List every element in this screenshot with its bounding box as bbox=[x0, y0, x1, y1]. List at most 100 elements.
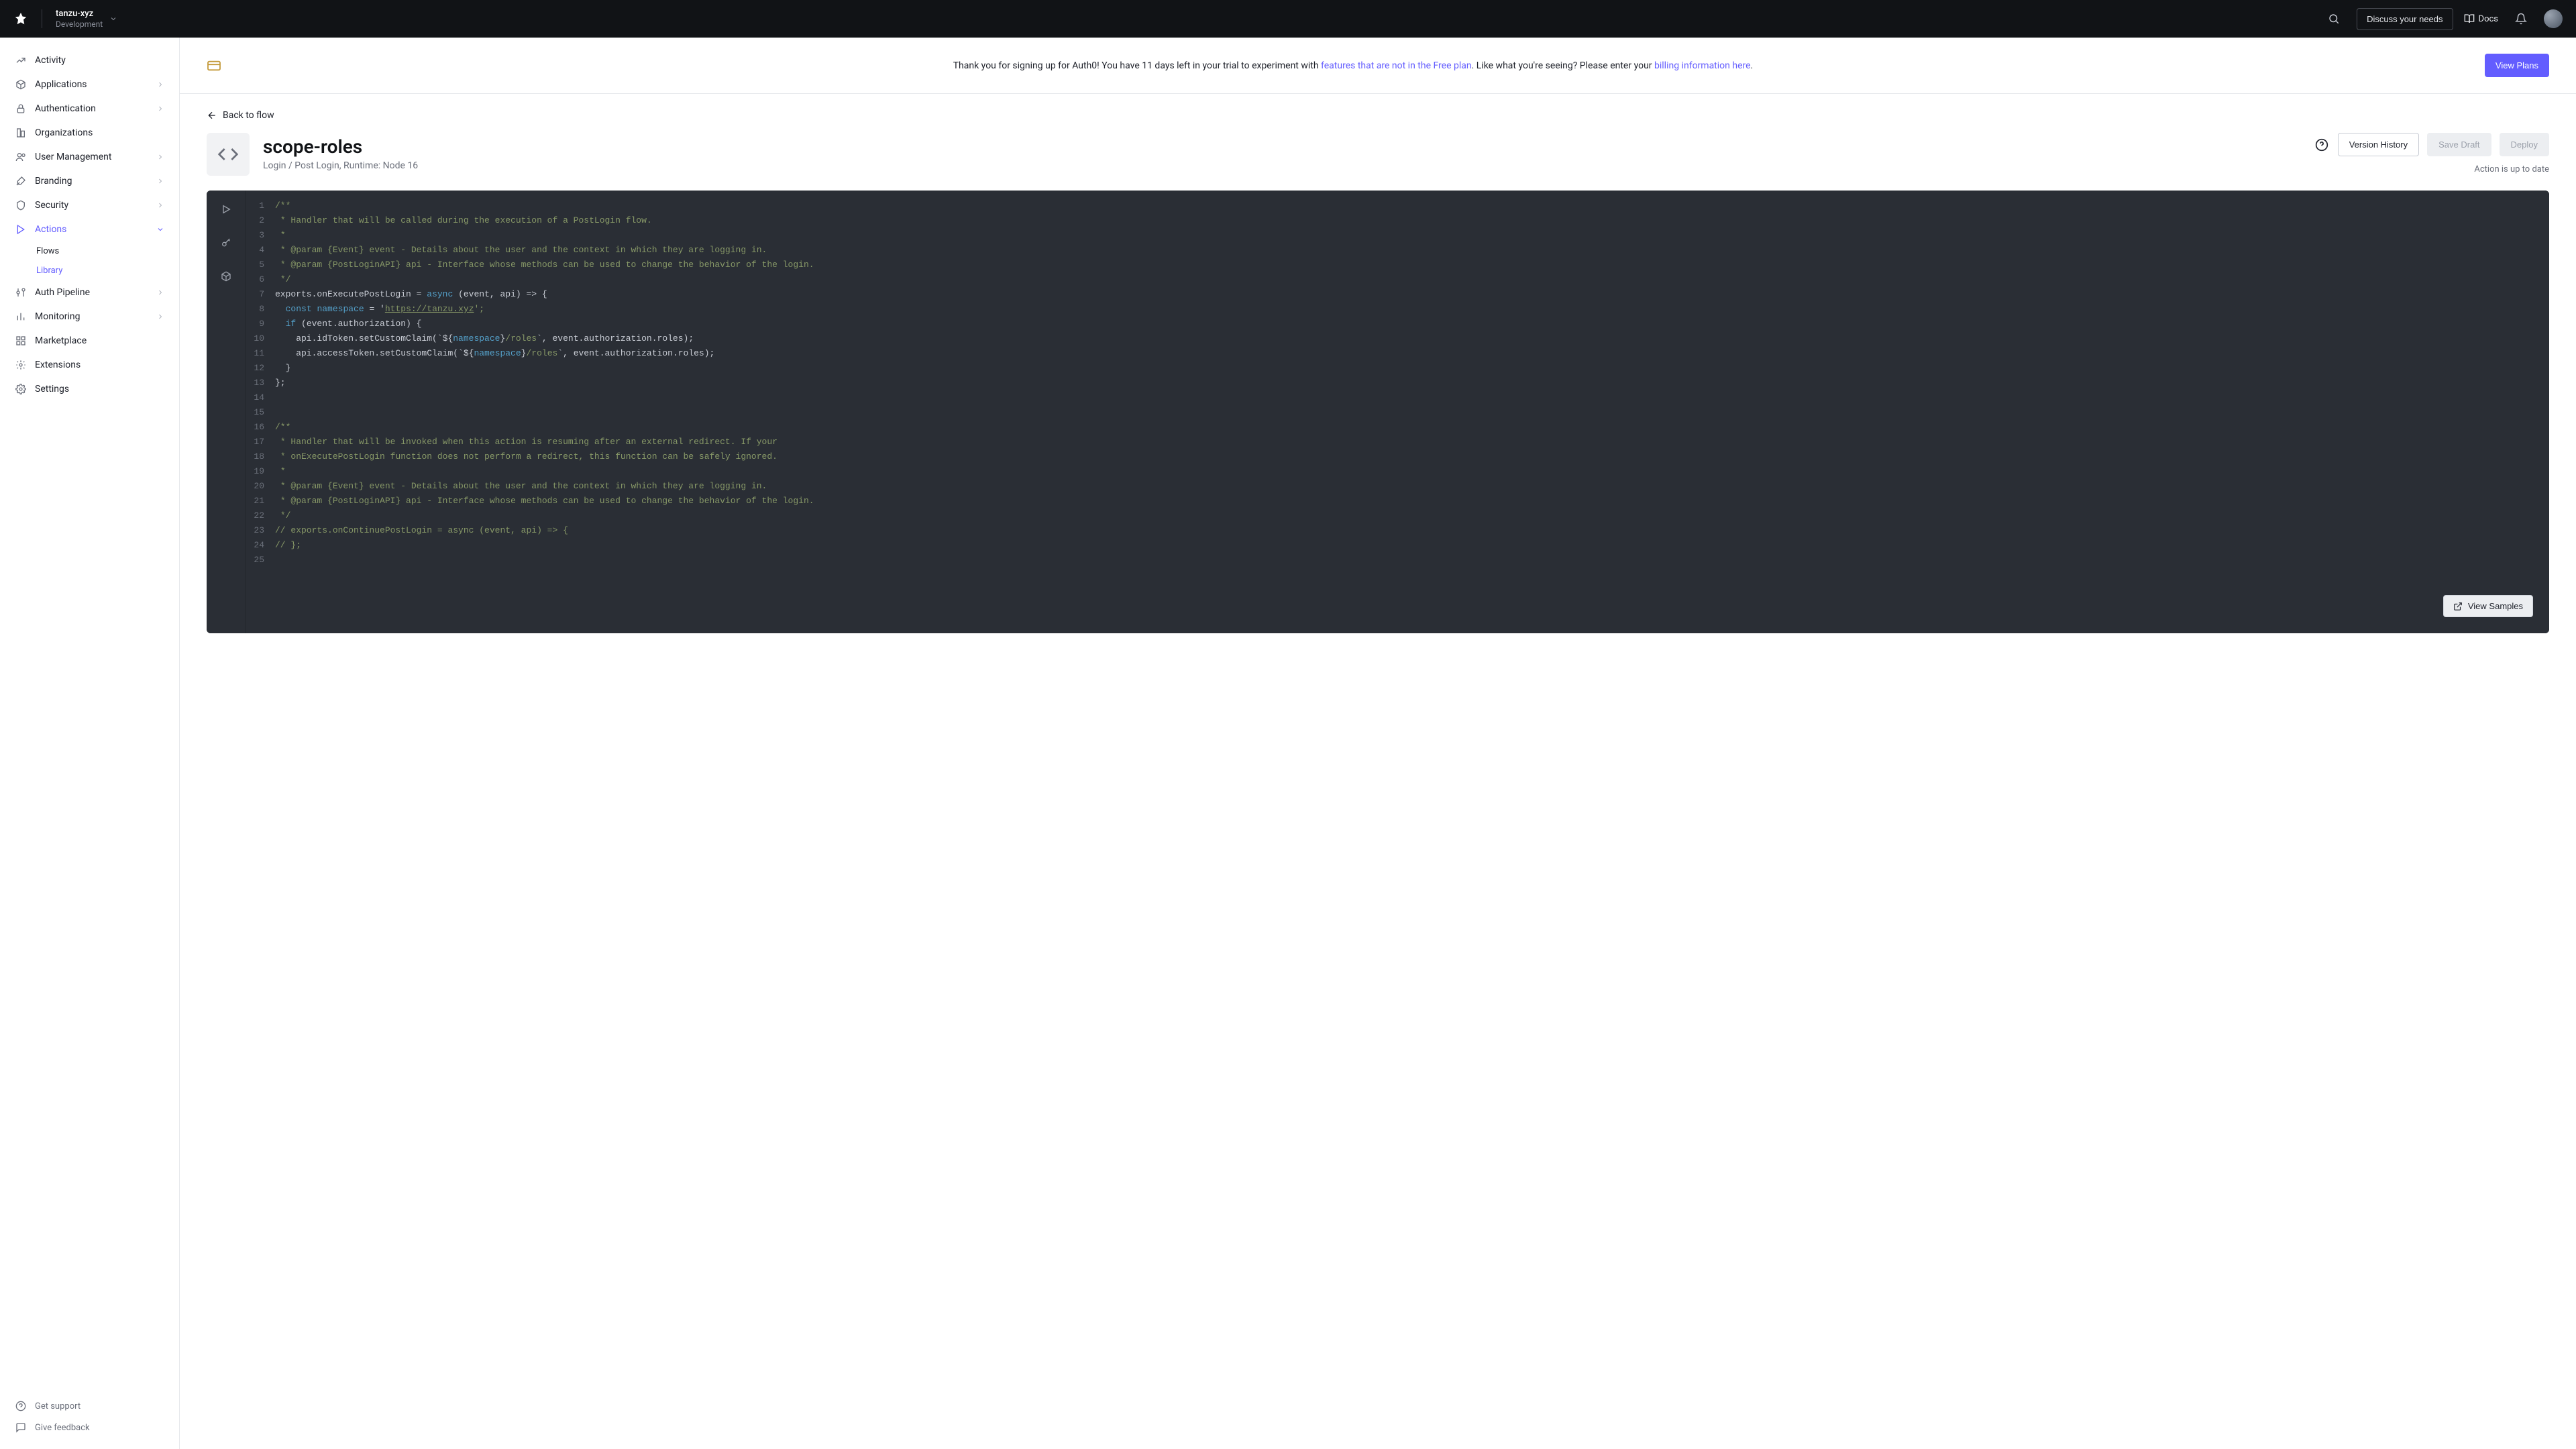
sidebar-item-marketplace[interactable]: Marketplace bbox=[0, 329, 179, 353]
sidebar-item-extensions[interactable]: Extensions bbox=[0, 353, 179, 377]
auth0-logo-icon[interactable] bbox=[13, 11, 28, 26]
user-avatar[interactable] bbox=[2544, 9, 2563, 28]
sidebar-item-settings[interactable]: Settings bbox=[0, 377, 179, 401]
sidebar-bottom: Get support Give feedback bbox=[0, 1390, 179, 1438]
notifications-button[interactable] bbox=[2509, 7, 2533, 31]
sidebar-item-label: Security bbox=[35, 200, 68, 211]
modules-tool[interactable] bbox=[218, 268, 234, 284]
chevron-down-icon bbox=[109, 15, 117, 23]
chevron-right-icon bbox=[156, 153, 164, 161]
sidebar-item-label: Organizations bbox=[35, 127, 93, 138]
chevron-right-icon bbox=[156, 177, 164, 185]
content-area: Thank you for signing up for Auth0! You … bbox=[180, 38, 2576, 1449]
view-plans-button[interactable]: View Plans bbox=[2485, 54, 2549, 77]
bell-icon bbox=[2515, 13, 2527, 25]
sidebar-item-monitoring[interactable]: Monitoring bbox=[0, 305, 179, 329]
feedback-icon bbox=[15, 1421, 27, 1434]
support-label: Get support bbox=[35, 1401, 80, 1411]
monitoring-icon bbox=[15, 311, 27, 323]
sidebar-item-activity[interactable]: Activity bbox=[0, 48, 179, 72]
feedback-label: Give feedback bbox=[35, 1423, 90, 1433]
get-support-link[interactable]: Get support bbox=[0, 1395, 179, 1417]
app-header: tanzu-xyz Development Discuss your needs… bbox=[0, 0, 2576, 38]
sidebar-item-label: Auth Pipeline bbox=[35, 287, 90, 298]
extensions-icon bbox=[15, 359, 27, 371]
credit-card-icon bbox=[207, 60, 221, 72]
trial-banner: Thank you for signing up for Auth0! You … bbox=[180, 38, 2576, 94]
chevron-right-icon bbox=[156, 80, 164, 89]
docs-link[interactable]: Docs bbox=[2464, 13, 2498, 24]
chevron-right-icon bbox=[156, 288, 164, 297]
sidebar-item-actions[interactable]: Actions bbox=[0, 217, 179, 241]
branding-icon bbox=[15, 175, 27, 187]
back-label: Back to flow bbox=[223, 110, 274, 121]
page-title: scope-roles bbox=[263, 136, 418, 158]
discuss-needs-button[interactable]: Discuss your needs bbox=[2357, 8, 2453, 30]
sidebar-item-auth-pipeline[interactable]: Auth Pipeline bbox=[0, 280, 179, 305]
actions-icon bbox=[15, 223, 27, 235]
view-samples-label: View Samples bbox=[2468, 601, 2523, 611]
run-tool[interactable] bbox=[218, 201, 234, 217]
header-left: tanzu-xyz Development bbox=[13, 9, 117, 29]
save-draft-button[interactable]: Save Draft bbox=[2427, 133, 2491, 156]
settings-icon bbox=[15, 383, 27, 395]
sidebar-item-label: Extensions bbox=[35, 360, 80, 370]
external-link-icon bbox=[2453, 602, 2463, 611]
action-status: Action is up to date bbox=[2474, 164, 2549, 174]
code-content: /** * Handler that will be called during… bbox=[275, 199, 2549, 553]
secrets-tool[interactable] bbox=[218, 235, 234, 251]
sidebar-subitem-library[interactable]: Library bbox=[0, 261, 179, 280]
sidebar: Activity Applications Authentication Org… bbox=[0, 38, 180, 1449]
deploy-button[interactable]: Deploy bbox=[2500, 133, 2549, 156]
sidebar-item-label: Authentication bbox=[35, 103, 96, 114]
applications-icon bbox=[15, 78, 27, 91]
sidebar-item-label: Monitoring bbox=[35, 311, 80, 322]
sidebar-item-label: Applications bbox=[35, 79, 87, 90]
billing-link[interactable]: billing information here bbox=[1654, 60, 1751, 71]
page-subtitle: Login / Post Login, Runtime: Node 16 bbox=[263, 160, 418, 171]
marketplace-icon bbox=[15, 335, 27, 347]
tenant-switcher[interactable]: tanzu-xyz Development bbox=[56, 9, 117, 29]
line-gutter: 1234567891011121314151617181920212223242… bbox=[246, 199, 270, 568]
sidebar-item-applications[interactable]: Applications bbox=[0, 72, 179, 97]
action-code-icon bbox=[207, 133, 250, 176]
search-button[interactable] bbox=[2322, 7, 2346, 31]
chevron-right-icon bbox=[156, 201, 164, 209]
authentication-icon bbox=[15, 103, 27, 115]
tenant-name: tanzu-xyz bbox=[56, 9, 103, 19]
arrow-left-icon bbox=[207, 110, 217, 121]
give-feedback-link[interactable]: Give feedback bbox=[0, 1417, 179, 1438]
sidebar-item-label: User Management bbox=[35, 152, 111, 162]
sidebar-item-authentication[interactable]: Authentication bbox=[0, 97, 179, 121]
activity-icon bbox=[15, 54, 27, 66]
book-icon bbox=[2464, 13, 2475, 24]
sidebar-item-user-management[interactable]: User Management bbox=[0, 145, 179, 169]
sidebar-item-branding[interactable]: Branding bbox=[0, 169, 179, 193]
view-samples-button[interactable]: View Samples bbox=[2443, 595, 2533, 617]
sidebar-item-label: Settings bbox=[35, 384, 69, 394]
chevron-down-icon bbox=[156, 225, 164, 233]
header-right: Discuss your needs Docs bbox=[2322, 7, 2563, 31]
version-history-button[interactable]: Version History bbox=[2338, 133, 2419, 156]
editor-toolbar bbox=[207, 191, 246, 633]
chevron-right-icon bbox=[156, 105, 164, 113]
help-circle-button[interactable] bbox=[2314, 137, 2330, 153]
sidebar-item-label: Branding bbox=[35, 176, 72, 186]
docs-label: Docs bbox=[2479, 14, 2498, 24]
page-head: scope-roles Login / Post Login, Runtime:… bbox=[207, 133, 2549, 176]
security-icon bbox=[15, 199, 27, 211]
sidebar-nav: Activity Applications Authentication Org… bbox=[0, 48, 179, 1390]
back-to-flow-link[interactable]: Back to flow bbox=[207, 110, 274, 121]
help-icon bbox=[15, 1400, 27, 1412]
banner-text: Thank you for signing up for Auth0! You … bbox=[235, 60, 2471, 71]
auth-pipeline-icon bbox=[15, 286, 27, 299]
code-editor: 1234567891011121314151617181920212223242… bbox=[207, 191, 2549, 633]
features-link[interactable]: features that are not in the Free plan bbox=[1321, 60, 1472, 71]
tenant-environment: Development bbox=[56, 19, 103, 29]
chevron-right-icon bbox=[156, 313, 164, 321]
code-area[interactable]: 1234567891011121314151617181920212223242… bbox=[246, 191, 2549, 633]
sidebar-item-organizations[interactable]: Organizations bbox=[0, 121, 179, 145]
sidebar-item-label: Marketplace bbox=[35, 335, 87, 346]
sidebar-item-security[interactable]: Security bbox=[0, 193, 179, 217]
sidebar-subitem-flows[interactable]: Flows bbox=[0, 241, 179, 261]
